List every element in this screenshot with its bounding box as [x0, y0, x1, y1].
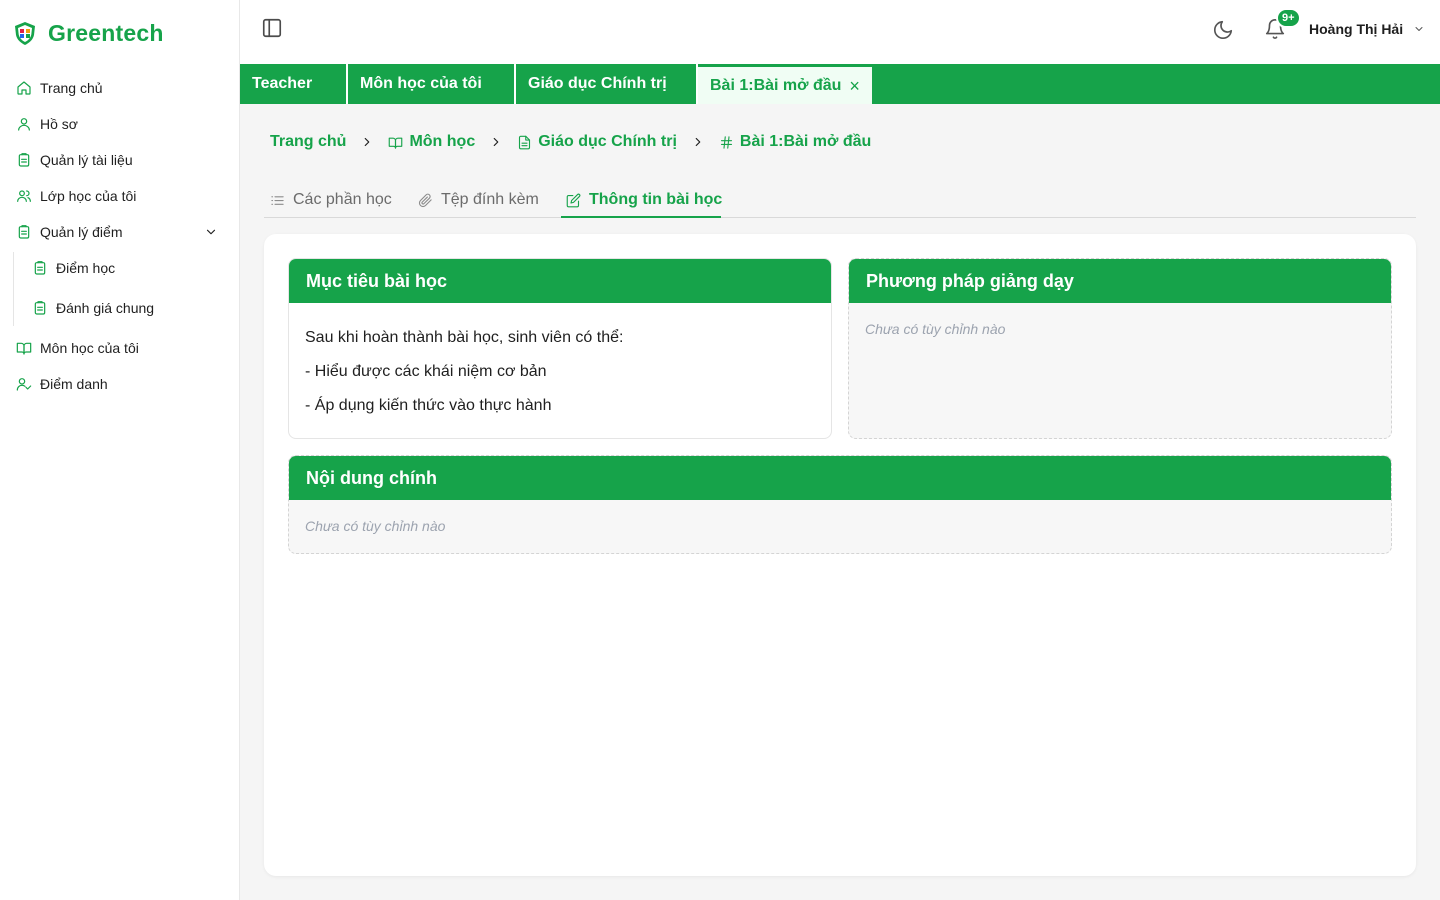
clipboard-icon [32, 300, 48, 316]
chevron-right-icon [691, 135, 705, 149]
tab-label: Môn học của tôi [360, 75, 482, 92]
card-body: Sau khi hoàn thành bài học, sinh viên có… [289, 303, 831, 438]
tab-lesson-info[interactable]: Thông tin bài học [566, 188, 722, 212]
breadcrumb-label: Môn học [409, 133, 476, 150]
hash-icon [720, 135, 732, 149]
sidebar: Greentech Trang chủ Hồ sơ Quản lý tài li… [0, 0, 240, 900]
notification-badge: 9+ [1276, 8, 1301, 28]
objective-line: - Áp dụng kiến thức vào thực hành [305, 397, 552, 414]
sidebar-item-label: Hồ sơ [40, 116, 78, 132]
breadcrumb-label: Bài 1:Bài mở đầu [739, 133, 872, 150]
tab-label: Teacher [252, 75, 313, 92]
brand[interactable]: Greentech [12, 17, 164, 49]
tab-label: Tệp đính kèm [441, 191, 539, 208]
clipboard-icon [16, 224, 32, 240]
paperclip-icon [418, 193, 432, 207]
user-check-icon [16, 376, 32, 392]
edit-icon [566, 193, 581, 207]
submenu-divider [13, 252, 14, 326]
tab-attachments[interactable]: Tệp đính kèm [418, 188, 539, 212]
sidebar-item-grade-management[interactable]: Quản lý điểm [16, 220, 122, 244]
brand-name: Greentech [48, 19, 164, 46]
objective-line: - Hiểu được các khái niệm cơ bản [305, 363, 547, 380]
tab-political-education[interactable]: Giáo dục Chính trị [516, 64, 698, 104]
chevron-down-icon [1415, 27, 1423, 31]
sidebar-item-label: Điểm học [56, 260, 116, 276]
chevron-down-icon[interactable] [204, 225, 218, 239]
tab-lesson-1[interactable]: Bài 1:Bài mở đầu × [698, 67, 872, 104]
sidebar-item-home[interactable]: Trang chủ [16, 76, 103, 100]
top-header: 9+ Hoàng Thị Hải [240, 0, 1440, 64]
sidebar-item-my-classes[interactable]: Lớp học của tôi [16, 184, 136, 208]
breadcrumb-label: Giáo dục Chính trị [538, 133, 677, 150]
sidebar-item-label: Quản lý điểm [40, 224, 123, 240]
user-name: Hoàng Thị Hải [1309, 21, 1404, 37]
tab-teacher[interactable]: Teacher [240, 64, 348, 104]
tab-bar: Teacher Môn học của tôi Giáo dục Chính t… [240, 64, 1440, 104]
breadcrumb-subjects[interactable]: Môn học [388, 133, 475, 151]
breadcrumb: Trang chủ Môn học Giáo dục Chính trị Bài… [270, 131, 871, 153]
sidebar-item-my-subjects[interactable]: Môn học của tôi [16, 336, 139, 360]
book-open-icon [16, 340, 32, 356]
user-icon [16, 116, 32, 132]
objective-line: Sau khi hoàn thành bài học, sinh viên có… [305, 329, 624, 346]
card-main-content: Nội dung chính Chưa có tùy chỉnh nào [288, 455, 1392, 554]
breadcrumb-political-education[interactable]: Giáo dục Chính trị [517, 133, 677, 151]
card-title: Mục tiêu bài học [289, 259, 831, 303]
sidebar-item-label: Điểm danh [40, 376, 108, 392]
tab-label: Thông tin bài học [589, 191, 723, 208]
users-icon [16, 188, 32, 204]
clipboard-icon [32, 260, 48, 276]
sidebar-toggle-icon[interactable] [261, 17, 283, 39]
moon-icon[interactable] [1212, 19, 1234, 41]
book-open-icon [389, 137, 403, 149]
sidebar-item-attendance[interactable]: Điểm danh [16, 372, 108, 396]
card-title: Nội dung chính [289, 456, 1391, 500]
tab-label: Các phần học [293, 191, 392, 208]
chevron-right-icon [489, 135, 503, 149]
sidebar-item-general-evaluation[interactable]: Đánh giá chung [32, 296, 154, 320]
shield-logo-icon [15, 22, 35, 45]
breadcrumb-label: Trang chủ [270, 133, 347, 150]
tab-label: Bài 1:Bài mở đầu [710, 76, 842, 94]
sidebar-item-profile[interactable]: Hồ sơ [16, 112, 78, 136]
list-icon [271, 195, 284, 205]
sidebar-item-label: Quản lý tài liệu [40, 152, 133, 168]
tab-label: Giáo dục Chính trị [528, 75, 667, 92]
lesson-info-panel: Mục tiêu bài học Sau khi hoàn thành bài … [264, 234, 1416, 876]
sidebar-item-label: Lớp học của tôi [40, 188, 137, 204]
user-menu[interactable]: Hoàng Thị Hải [1309, 18, 1425, 40]
sidebar-item-label: Môn học của tôi [40, 340, 139, 356]
close-icon[interactable]: × [849, 77, 860, 95]
breadcrumb-home[interactable]: Trang chủ [270, 133, 346, 151]
card-teaching-methods: Phương pháp giảng dạy Chưa có tùy chỉnh … [848, 258, 1392, 439]
sidebar-item-label: Trang chủ [40, 80, 103, 96]
breadcrumb-lesson[interactable]: Bài 1:Bài mở đầu [719, 133, 871, 151]
document-icon [16, 152, 32, 168]
chevron-right-icon [360, 135, 374, 149]
file-icon [519, 135, 531, 149]
home-icon [16, 80, 32, 96]
sidebar-item-documents[interactable]: Quản lý tài liệu [16, 148, 133, 172]
sidebar-item-study-grades[interactable]: Điểm học [32, 256, 115, 280]
empty-placeholder: Chưa có tùy chỉnh nào [865, 321, 1006, 337]
sidebar-item-label: Đánh giá chung [56, 300, 155, 316]
card-lesson-objectives: Mục tiêu bài học Sau khi hoàn thành bài … [288, 258, 832, 439]
empty-placeholder: Chưa có tùy chỉnh nào [305, 518, 446, 534]
card-title: Phương pháp giảng dạy [849, 259, 1391, 303]
content-tabs: Các phần học Tệp đính kèm Thông tin bài … [264, 184, 1416, 218]
tab-my-subjects[interactable]: Môn học của tôi [348, 64, 516, 104]
active-tab-indicator [561, 216, 721, 218]
tab-lesson-parts[interactable]: Các phần học [270, 188, 392, 212]
